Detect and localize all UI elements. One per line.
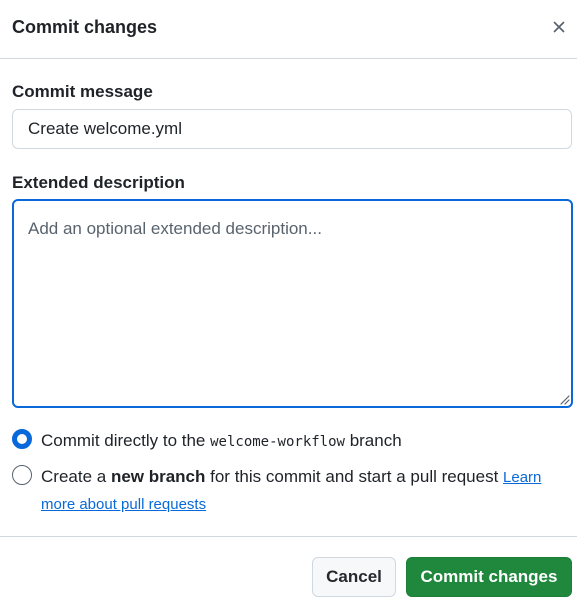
extended-description-label: Extended description xyxy=(12,173,185,192)
option-new-suffix: for this commit and start a pull request xyxy=(205,467,504,486)
extended-description-textarea[interactable] xyxy=(12,199,573,408)
option-new-bold: new branch xyxy=(110,467,206,486)
commit-dialog: Commit changes Commit message Extended d… xyxy=(0,0,577,598)
footer-divider xyxy=(0,536,577,537)
radio-new-branch[interactable] xyxy=(12,465,32,485)
commit-message-input[interactable] xyxy=(12,109,572,149)
learn-more-link-continued[interactable]: more about pull requests xyxy=(41,496,206,513)
option-direct-suffix: branch xyxy=(344,431,402,450)
resize-grip-icon[interactable] xyxy=(558,393,570,405)
close-icon xyxy=(553,21,565,33)
option-new-branch-label: Create a new branch for this commit and … xyxy=(41,464,541,518)
option-commit-direct-label: Commit directly to the welcome-workflow … xyxy=(41,428,402,455)
branch-name: welcome-workflow xyxy=(210,434,345,450)
learn-more-link[interactable]: Learn xyxy=(503,469,541,486)
dialog-header: Commit changes xyxy=(0,0,577,59)
radio-commit-direct[interactable] xyxy=(12,429,32,449)
option-commit-direct[interactable]: Commit directly to the welcome-workflow … xyxy=(12,428,402,455)
commit-changes-button[interactable]: Commit changes xyxy=(406,557,572,597)
dialog-title: Commit changes xyxy=(12,17,158,37)
close-button[interactable] xyxy=(547,14,571,40)
option-new-branch[interactable]: Create a new branch for this commit and … xyxy=(12,464,557,518)
cancel-button[interactable]: Cancel xyxy=(312,557,396,597)
option-direct-prefix: Commit directly to the xyxy=(41,431,211,450)
commit-message-label: Commit message xyxy=(12,82,153,101)
option-new-prefix: Create a xyxy=(41,467,111,486)
